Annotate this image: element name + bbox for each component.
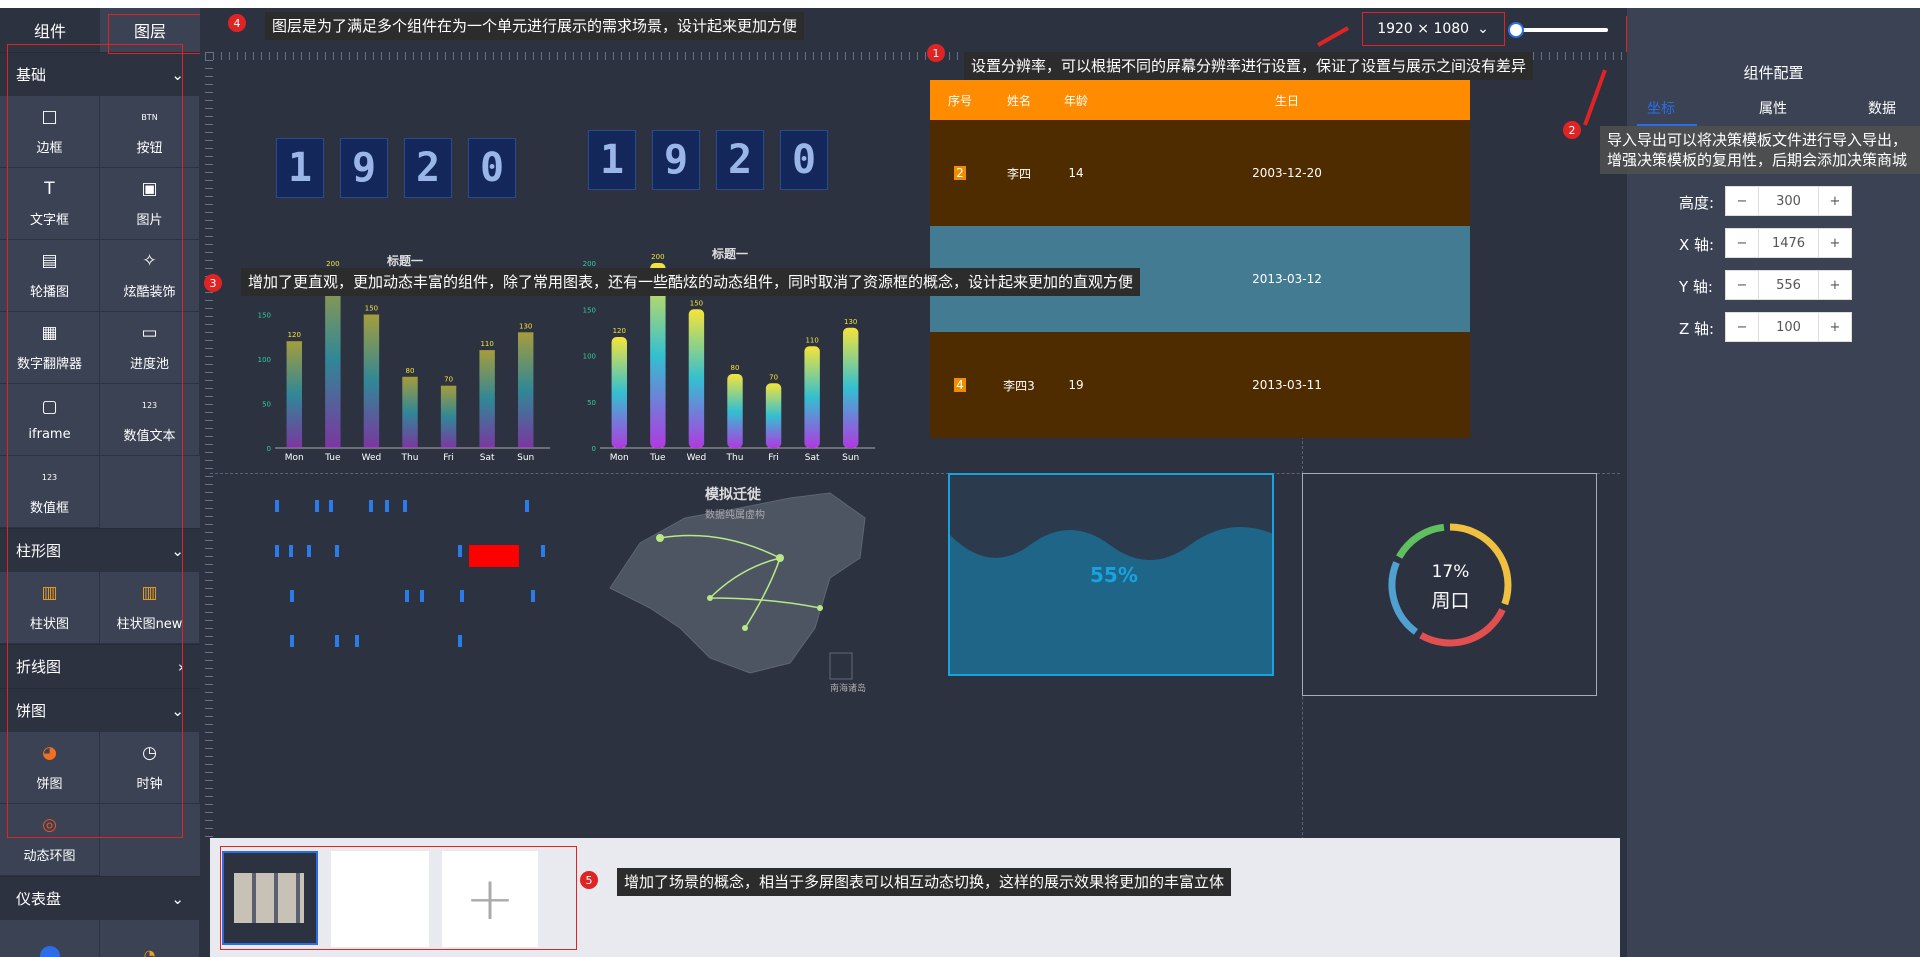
- arrow-graphics: [1317, 26, 1607, 126]
